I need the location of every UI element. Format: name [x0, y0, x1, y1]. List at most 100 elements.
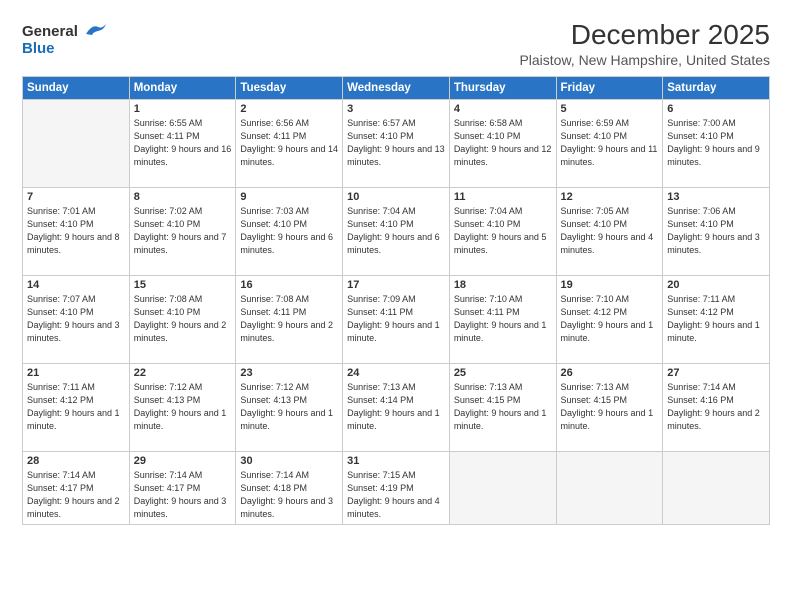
calendar-cell: 15Sunrise: 7:08 AMSunset: 4:10 PMDayligh… [129, 275, 236, 363]
day-number: 18 [454, 279, 552, 291]
day-number: 13 [667, 191, 765, 203]
header-thursday: Thursday [449, 76, 556, 99]
day-info: Sunrise: 7:12 AMSunset: 4:13 PMDaylight:… [134, 381, 232, 433]
day-number: 14 [27, 279, 125, 291]
day-info: Sunrise: 7:10 AMSunset: 4:12 PMDaylight:… [561, 293, 659, 345]
day-info: Sunrise: 7:01 AMSunset: 4:10 PMDaylight:… [27, 205, 125, 257]
header-sunday: Sunday [23, 76, 130, 99]
day-info: Sunrise: 7:03 AMSunset: 4:10 PMDaylight:… [240, 205, 338, 257]
day-info: Sunrise: 6:55 AMSunset: 4:11 PMDaylight:… [134, 117, 232, 169]
logo-bird-icon [84, 22, 106, 36]
day-number: 25 [454, 367, 552, 379]
calendar-cell: 19 Sunrise: 7:10 AMSunset: 4:12 PMDayligh… [556, 275, 663, 363]
day-info: Sunrise: 7:05 AMSunset: 4:10 PMDaylight:… [561, 205, 659, 257]
calendar-cell: 13 Sunrise: 7:06 AMSunset: 4:10 PMDayligh… [663, 187, 770, 275]
day-info: Sunrise: 7:13 AMSunset: 4:14 PMDaylight:… [347, 381, 445, 433]
calendar-cell: 9 Sunrise: 7:03 AMSunset: 4:10 PMDaylight… [236, 187, 343, 275]
calendar-cell [556, 451, 663, 524]
day-info: Sunrise: 6:58 AMSunset: 4:10 PMDaylight:… [454, 117, 552, 169]
calendar-cell: 28 Sunrise: 7:14 AMSunset: 4:17 PMDayligh… [23, 451, 130, 524]
weekday-header-row: Sunday Monday Tuesday Wednesday Thursday… [23, 76, 770, 99]
day-number: 28 [27, 455, 125, 467]
day-number: 9 [240, 191, 338, 203]
calendar-cell: 5 Sunrise: 6:59 AMSunset: 4:10 PMDaylight… [556, 99, 663, 187]
day-number: 6 [667, 103, 765, 115]
logo-blue-text: Blue [22, 41, 55, 58]
day-info: Sunrise: 7:14 AMSunset: 4:18 PMDaylight:… [240, 469, 338, 521]
header-tuesday: Tuesday [236, 76, 343, 99]
day-number: 17 [347, 279, 445, 291]
day-number: 1 [134, 103, 232, 115]
header: General Blue December 2025 Plaistow, New… [22, 18, 770, 68]
day-number: 16 [240, 279, 338, 291]
day-info: Sunrise: 7:08 AMSunset: 4:11 PMDaylight:… [240, 293, 338, 345]
calendar-cell [663, 451, 770, 524]
day-info: Sunrise: 7:04 AMSunset: 4:10 PMDaylight:… [454, 205, 552, 257]
calendar-cell: 29Sunrise: 7:14 AMSunset: 4:17 PMDayligh… [129, 451, 236, 524]
calendar-cell: 7Sunrise: 7:01 AMSunset: 4:10 PMDaylight… [23, 187, 130, 275]
day-number: 31 [347, 455, 445, 467]
calendar-cell: 17 Sunrise: 7:09 AMSunset: 4:11 PMDayligh… [343, 275, 450, 363]
day-number: 30 [240, 455, 338, 467]
header-saturday: Saturday [663, 76, 770, 99]
calendar-cell [449, 451, 556, 524]
calendar-title: December 2025 [519, 18, 770, 52]
calendar-cell: 1 Sunrise: 6:55 AMSunset: 4:11 PMDaylight… [129, 99, 236, 187]
calendar-cell: 11 Sunrise: 7:04 AMSunset: 4:10 PMDayligh… [449, 187, 556, 275]
day-number: 26 [561, 367, 659, 379]
calendar-cell: 12Sunrise: 7:05 AMSunset: 4:10 PMDayligh… [556, 187, 663, 275]
calendar-cell: 25 Sunrise: 7:13 AMSunset: 4:15 PMDayligh… [449, 363, 556, 451]
calendar-cell: 6Sunrise: 7:00 AMSunset: 4:10 PMDaylight… [663, 99, 770, 187]
day-info: Sunrise: 7:02 AMSunset: 4:10 PMDaylight:… [134, 205, 232, 257]
day-info: Sunrise: 7:04 AMSunset: 4:10 PMDaylight:… [347, 205, 445, 257]
calendar-cell: 30 Sunrise: 7:14 AMSunset: 4:18 PMDayligh… [236, 451, 343, 524]
day-number: 19 [561, 279, 659, 291]
header-wednesday: Wednesday [343, 76, 450, 99]
calendar-cell: 16 Sunrise: 7:08 AMSunset: 4:11 PMDayligh… [236, 275, 343, 363]
day-info: Sunrise: 7:12 AMSunset: 4:13 PMDaylight:… [240, 381, 338, 433]
calendar-cell: 8 Sunrise: 7:02 AMSunset: 4:10 PMDaylight… [129, 187, 236, 275]
day-info: Sunrise: 7:11 AMSunset: 4:12 PMDaylight:… [27, 381, 125, 433]
day-number: 15 [134, 279, 232, 291]
day-number: 8 [134, 191, 232, 203]
day-number: 22 [134, 367, 232, 379]
day-number: 10 [347, 191, 445, 203]
day-info: Sunrise: 6:56 AMSunset: 4:11 PMDaylight:… [240, 117, 338, 169]
day-info: Sunrise: 7:06 AMSunset: 4:10 PMDaylight:… [667, 205, 765, 257]
day-info: Sunrise: 7:14 AMSunset: 4:16 PMDaylight:… [667, 381, 765, 433]
calendar-cell: 27 Sunrise: 7:14 AMSunset: 4:16 PMDayligh… [663, 363, 770, 451]
calendar-cell: 24Sunrise: 7:13 AMSunset: 4:14 PMDayligh… [343, 363, 450, 451]
calendar-cell: 10 Sunrise: 7:04 AMSunset: 4:10 PMDayligh… [343, 187, 450, 275]
page: General Blue December 2025 Plaistow, New… [0, 0, 792, 612]
day-number: 5 [561, 103, 659, 115]
calendar-table: Sunday Monday Tuesday Wednesday Thursday… [22, 76, 770, 525]
title-block: December 2025 Plaistow, New Hampshire, U… [519, 18, 770, 68]
day-info: Sunrise: 7:09 AMSunset: 4:11 PMDaylight:… [347, 293, 445, 345]
day-number: 27 [667, 367, 765, 379]
logo-general-text: General [22, 23, 78, 40]
day-number: 29 [134, 455, 232, 467]
calendar-cell: 14 Sunrise: 7:07 AMSunset: 4:10 PMDayligh… [23, 275, 130, 363]
day-number: 11 [454, 191, 552, 203]
calendar-cell: 26 Sunrise: 7:13 AMSunset: 4:15 PMDayligh… [556, 363, 663, 451]
day-number: 2 [240, 103, 338, 115]
day-info: Sunrise: 6:59 AMSunset: 4:10 PMDaylight:… [561, 117, 659, 169]
calendar-cell: 20Sunrise: 7:11 AMSunset: 4:12 PMDayligh… [663, 275, 770, 363]
day-info: Sunrise: 7:13 AMSunset: 4:15 PMDaylight:… [561, 381, 659, 433]
calendar-cell: 4Sunrise: 6:58 AMSunset: 4:10 PMDaylight… [449, 99, 556, 187]
day-info: Sunrise: 6:57 AMSunset: 4:10 PMDaylight:… [347, 117, 445, 169]
day-info: Sunrise: 7:13 AMSunset: 4:15 PMDaylight:… [454, 381, 552, 433]
day-info: Sunrise: 7:10 AMSunset: 4:11 PMDaylight:… [454, 293, 552, 345]
calendar-cell: 2 Sunrise: 6:56 AMSunset: 4:11 PMDaylight… [236, 99, 343, 187]
day-info: Sunrise: 7:07 AMSunset: 4:10 PMDaylight:… [27, 293, 125, 345]
logo: General Blue [22, 22, 106, 58]
calendar-cell [23, 99, 130, 187]
calendar-cell: 3 Sunrise: 6:57 AMSunset: 4:10 PMDaylight… [343, 99, 450, 187]
day-info: Sunrise: 7:14 AMSunset: 4:17 PMDaylight:… [27, 469, 125, 521]
day-number: 3 [347, 103, 445, 115]
day-number: 20 [667, 279, 765, 291]
calendar-cell: 18 Sunrise: 7:10 AMSunset: 4:11 PMDayligh… [449, 275, 556, 363]
day-number: 21 [27, 367, 125, 379]
calendar-cell: 21 Sunrise: 7:11 AMSunset: 4:12 PMDayligh… [23, 363, 130, 451]
calendar-cell: 31Sunrise: 7:15 AMSunset: 4:19 PMDayligh… [343, 451, 450, 524]
